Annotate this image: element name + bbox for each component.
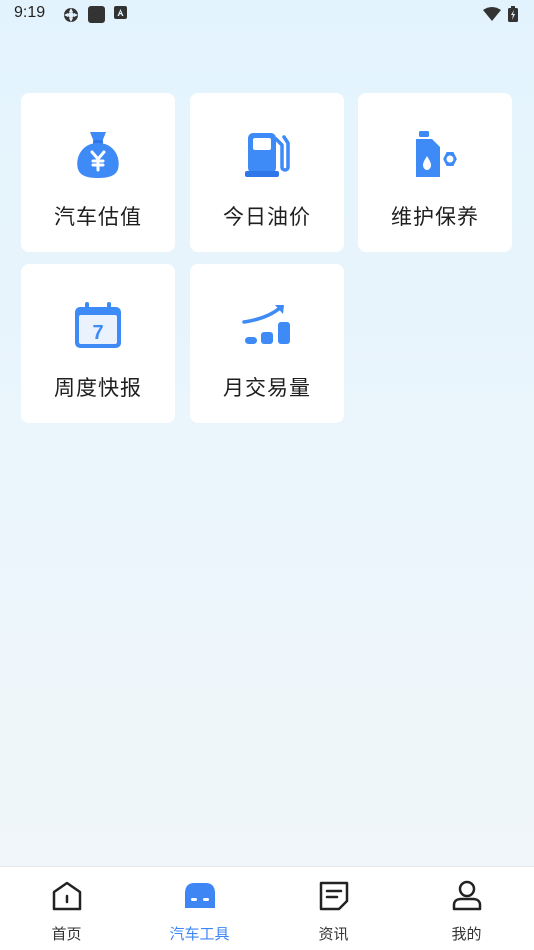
tab-label: 汽车工具: [169, 925, 230, 943]
wifi-icon: [483, 7, 501, 21]
tab-news[interactable]: 资讯: [267, 867, 400, 950]
tool-maintenance[interactable]: 维护保养: [358, 93, 512, 252]
battery-icon: [508, 6, 518, 22]
settings-gear-icon: [64, 8, 78, 22]
calendar-icon: 7: [75, 302, 121, 348]
tab-label: 资讯: [318, 925, 349, 943]
tool-car-valuation[interactable]: 汽车估值: [21, 93, 175, 252]
tool-label: 周度快报: [54, 376, 142, 400]
keyboard-a-icon: [114, 6, 127, 19]
fuel-pump-icon: [245, 133, 290, 177]
tool-label: 汽车估值: [54, 205, 142, 229]
tool-monthly-volume[interactable]: 月交易量: [190, 264, 344, 423]
tool-label: 月交易量: [223, 376, 311, 400]
tool-label: 维护保养: [391, 205, 479, 229]
maintenance-oil-icon: [416, 131, 460, 177]
tab-mine[interactable]: 我的: [400, 867, 533, 950]
tab-car-tools[interactable]: 汽车工具: [133, 867, 266, 950]
money-bag-icon: [77, 132, 119, 178]
tab-label: 首页: [51, 925, 82, 943]
calendar-day-text: 7: [92, 322, 103, 344]
home-icon: [52, 881, 82, 911]
bottom-tab-bar: 首页 汽车工具 资讯 我的: [0, 866, 534, 950]
tool-weekly-report[interactable]: 7 周度快报: [21, 264, 175, 423]
tool-fuel-price[interactable]: 今日油价: [190, 93, 344, 252]
profile-icon: [452, 880, 482, 911]
app-square-icon: [88, 6, 105, 23]
growth-chart-icon: [242, 305, 290, 344]
status-time: 9:19: [14, 4, 46, 21]
car-icon: [185, 883, 215, 908]
status-bar: 9:19: [0, 0, 534, 28]
tab-home[interactable]: 首页: [0, 867, 133, 950]
tool-label: 今日油价: [223, 205, 311, 229]
tab-label: 我的: [451, 925, 482, 943]
news-icon: [319, 881, 349, 911]
